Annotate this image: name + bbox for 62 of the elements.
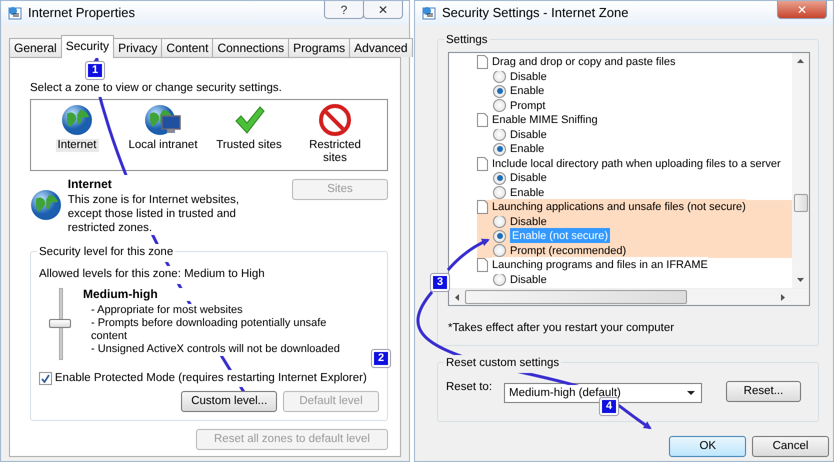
settings-window-icon bbox=[421, 5, 437, 21]
document-icon bbox=[477, 200, 488, 214]
check-icon bbox=[41, 374, 50, 383]
radio-button[interactable] bbox=[493, 99, 506, 112]
tab[interactable]: Connections bbox=[212, 38, 290, 57]
step-number-badge: 4 bbox=[600, 398, 618, 415]
globe-icon bbox=[30, 189, 62, 222]
radio-button[interactable] bbox=[493, 70, 506, 84]
setting-label: Drag and drop or copy and paste files bbox=[492, 54, 676, 70]
scroll-right-icon bbox=[781, 294, 785, 300]
step-number-badge: 2 bbox=[372, 350, 390, 367]
reset-button[interactable]: Reset... bbox=[726, 381, 801, 402]
settings-window-icon bbox=[7, 5, 23, 21]
document-icon bbox=[477, 156, 488, 171]
security-slider[interactable] bbox=[49, 288, 73, 360]
scroll-up-icon bbox=[797, 59, 804, 63]
zone-item[interactable]: Restricted sites bbox=[295, 104, 375, 166]
vertical-scrollbar[interactable] bbox=[792, 53, 809, 288]
no-entry-icon bbox=[319, 104, 351, 136]
window-title: Security Settings - Internet Zone bbox=[442, 4, 630, 22]
checkbox[interactable] bbox=[39, 372, 52, 385]
tab[interactable]: Security bbox=[60, 35, 114, 58]
radio-button[interactable] bbox=[493, 172, 506, 185]
step-number-badge: 1 bbox=[86, 62, 104, 79]
tab[interactable]: Programs bbox=[288, 38, 350, 57]
radio-button[interactable] bbox=[493, 230, 506, 243]
scrollbar-thumb[interactable] bbox=[794, 194, 808, 212]
setting-label: Enable MIME Sniffing bbox=[492, 112, 598, 128]
scroll-down-icon bbox=[797, 278, 804, 282]
tab[interactable]: Content bbox=[161, 38, 214, 57]
setting-label: Launching programs and files in an IFRAME bbox=[492, 257, 708, 274]
zone-item[interactable]: Internet bbox=[37, 104, 117, 152]
scrollbar-thumb[interactable] bbox=[465, 290, 687, 304]
radio-button[interactable] bbox=[493, 128, 506, 142]
caret-icon bbox=[687, 391, 695, 396]
group-label: Reset custom settings bbox=[444, 355, 562, 372]
radio-button[interactable] bbox=[493, 215, 506, 228]
dialog-button[interactable]: Cancel bbox=[752, 436, 829, 458]
tab[interactable]: Privacy bbox=[113, 38, 162, 57]
tab[interactable]: General bbox=[9, 38, 62, 57]
setting-label: Launching applications and unsafe files (not secure) bbox=[492, 199, 746, 216]
scroll-left-icon bbox=[455, 294, 459, 300]
horizontal-scrollbar[interactable] bbox=[449, 288, 809, 305]
document-icon bbox=[477, 258, 488, 272]
help-button[interactable]: ? bbox=[324, 1, 364, 19]
dialog-button[interactable]: OK bbox=[669, 436, 746, 458]
radio-button[interactable] bbox=[493, 142, 506, 156]
step-number-badge: 3 bbox=[431, 274, 449, 291]
document-icon bbox=[477, 55, 488, 70]
radio-button[interactable] bbox=[493, 84, 506, 98]
globe-icon bbox=[61, 104, 93, 136]
slider-thumb[interactable] bbox=[49, 318, 71, 328]
radio-button[interactable] bbox=[493, 273, 506, 286]
radio-button[interactable] bbox=[493, 186, 506, 200]
radio-button[interactable] bbox=[493, 244, 506, 258]
tab[interactable]: Advanced bbox=[349, 38, 413, 57]
settings-list[interactable] bbox=[448, 52, 810, 306]
document-icon bbox=[477, 113, 488, 128]
zone-label: Internet bbox=[56, 139, 98, 152]
close-button[interactable]: ✕ bbox=[363, 1, 403, 19]
annotation-arrow bbox=[446, 238, 490, 271]
window-title: Internet Properties bbox=[28, 4, 136, 22]
